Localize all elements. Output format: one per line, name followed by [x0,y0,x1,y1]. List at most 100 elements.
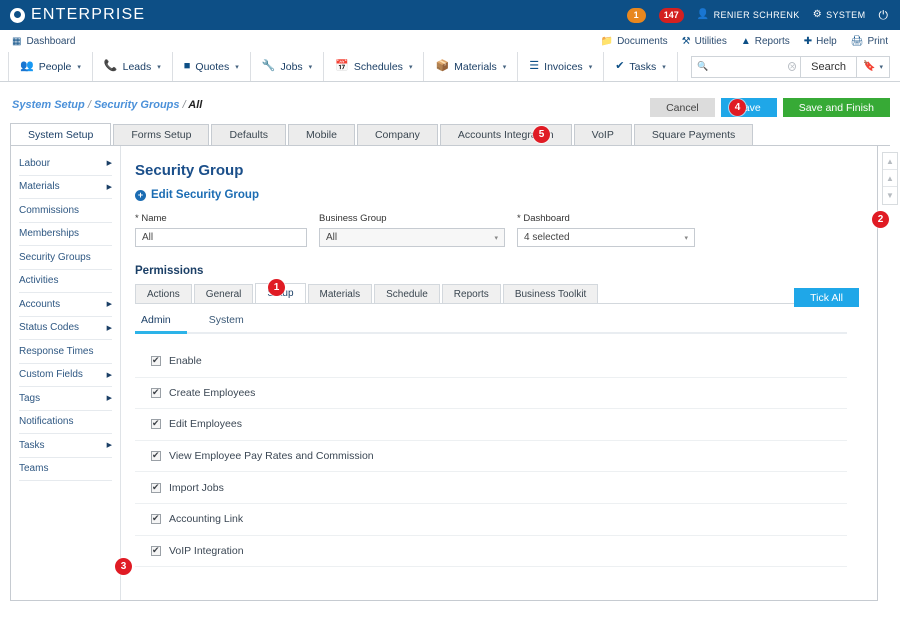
documents-label: Documents [617,35,668,47]
dashboard-link[interactable]: ▦ Dashboard [12,36,75,47]
reports-label: Reports [754,35,790,47]
dashboard-select[interactable]: 4 selected ▾ [517,228,695,247]
sidebar-item-tags[interactable]: Tags ▶ [19,387,112,411]
edit-security-group-link[interactable]: + Edit Security Group [135,189,877,201]
bookmark-dropdown-button[interactable]: 🔖 ▾ [856,56,889,77]
permissions-subtab-bar: Admin System [135,314,847,334]
notification-badge-red[interactable]: 147 [658,7,684,23]
sidebar-item-memberships[interactable]: Memberships [19,223,112,246]
utility-links-group: 📁 Documents ⚒ Utilities ▲ Reports ✚ Help… [601,36,888,47]
tab-defaults[interactable]: Defaults [211,124,287,145]
checkbox-import-jobs[interactable] [151,481,161,493]
sidebar-item-commissions[interactable]: Commissions [19,199,112,223]
tab-square-payments[interactable]: Square Payments [633,124,754,145]
checkbox-view-pay-rates[interactable] [151,449,161,462]
save-and-finish-button[interactable]: Save and Finish [782,98,890,117]
checkbox-create-employees[interactable] [151,386,161,398]
tab-accounts-integration[interactable]: Accounts Integration [439,124,572,145]
sidebar-item-security-groups[interactable]: Security Groups [19,246,112,270]
name-input[interactable]: All [135,228,307,247]
search-input[interactable] [712,61,785,72]
scroll-up-button[interactable]: ▲ [883,170,897,187]
search-icon: 🔍 [697,61,709,71]
utilities-link[interactable]: ⚒ Utilities [682,36,727,47]
nav-item-schedules[interactable]: 📅 Schedules ▾ [324,52,425,81]
brand-name: ENTERPRISE [31,6,146,23]
sidebar-item-custom-fields[interactable]: Custom Fields ▶ [19,364,112,387]
tab-voip[interactable]: VoIP [573,124,632,145]
sidebar-item-response-times[interactable]: Response Times [19,340,112,364]
reports-link[interactable]: ▲ Reports [741,36,790,47]
user-account-menu[interactable]: 👤 RENIER SCHRENK [697,10,800,21]
brand-logo[interactable]: ENTERPRISE [10,6,145,24]
breadcrumb-link-security-groups[interactable]: Security Groups [94,99,180,111]
documents-link[interactable]: 📁 Documents [601,36,668,47]
breadcrumb-link-system-setup[interactable]: System Setup [12,99,85,111]
nav-item-jobs[interactable]: 🔧 Jobs ▾ [250,52,325,81]
sidebar-item-label: Labour [19,157,51,169]
people-icon: 👥 [20,60,34,72]
nav-item-invoices[interactable]: ☰ Invoices ▾ [518,52,605,81]
subtab-admin[interactable]: Admin [135,314,177,326]
system-menu[interactable]: ⚙ SYSTEM [813,10,866,21]
business-group-value: All [326,232,338,243]
business-group-select[interactable]: All ▾ [319,228,505,247]
scroll-down-button[interactable]: ▼ [883,187,897,204]
permission-row-voip-integration[interactable]: VoIP Integration [135,536,847,568]
checkbox-edit-employees[interactable] [151,417,161,430]
permission-row-view-pay-rates[interactable]: View Employee Pay Rates and Commission [135,441,847,473]
tick-all-button[interactable]: Tick All [794,288,859,307]
permission-tab-business-toolkit[interactable]: Business Toolkit [502,284,599,303]
sidebar-item-teams[interactable]: Teams [19,458,112,481]
top-header-bar: ENTERPRISE 1 147 👤 RENIER SCHRENK ⚙ SYST… [0,0,900,30]
top-header-right-group: 1 147 👤 RENIER SCHRENK ⚙ SYSTEM ⏻ [626,7,889,23]
utilities-label: Utilities [694,35,727,47]
nav-item-people[interactable]: 👥 People ▾ [8,52,93,81]
nav-label: Tasks [629,60,657,73]
printer-icon: 🖨 [850,35,864,47]
help-link[interactable]: ✚ Help [804,36,837,47]
permission-tab-actions[interactable]: Actions [135,284,192,303]
tab-company[interactable]: Company [356,124,438,145]
tab-system-setup[interactable]: System Setup [10,123,112,145]
sidebar-item-notifications[interactable]: Notifications [19,411,112,434]
main-content-area: Security Group + Edit Security Group * N… [121,146,877,600]
nav-item-materials[interactable]: 📦 Materials ▾ [424,52,519,81]
sidebar-item-status-codes[interactable]: Status Codes ▶ [19,317,112,340]
sidebar-item-labour[interactable]: Labour ▶ [19,152,112,176]
permission-label: View Employee Pay Rates and Commission [169,450,374,463]
nav-item-tasks[interactable]: ✔ Tasks ▾ [604,52,678,81]
print-link[interactable]: 🖨 Print [851,36,888,47]
cancel-button[interactable]: Cancel [650,98,715,117]
permission-row-accounting-link[interactable]: Accounting Link [135,504,847,536]
notification-badge-orange[interactable]: 1 [626,7,646,23]
dashboard-icon: ▦ [12,35,22,47]
permission-row-enable[interactable]: Enable [135,346,847,378]
search-button[interactable]: Search [800,56,856,77]
sidebar-item-tasks[interactable]: Tasks ▶ [19,434,112,458]
permission-tab-general[interactable]: General [193,284,254,303]
sidebar-item-activities[interactable]: Activities [19,270,112,293]
checkbox-voip-integration[interactable] [151,544,161,556]
checkbox-enable[interactable] [151,354,161,367]
permission-row-edit-employees[interactable]: Edit Employees [135,409,847,441]
clear-icon[interactable]: ✕ [788,62,797,71]
tab-mobile[interactable]: Mobile [288,124,355,145]
nav-item-quotes[interactable]: ■ Quotes ▾ [172,52,251,81]
permission-row-import-jobs[interactable]: Import Jobs [135,472,847,504]
power-icon[interactable]: ⏻ [879,8,889,23]
scroll-top-button[interactable]: ▲ [883,153,897,170]
nav-label: Schedules [353,60,403,73]
nav-item-leads[interactable]: 📞 Leads ▾ [92,52,173,81]
sidebar-item-accounts[interactable]: Accounts ▶ [19,293,112,317]
tab-forms-setup[interactable]: Forms Setup [113,124,210,145]
checkbox-accounting-link[interactable] [151,512,161,525]
permission-tab-schedule[interactable]: Schedule [374,284,440,303]
breadcrumb-separator: / [87,99,91,111]
breadcrumb: System Setup / Security Groups / All [12,99,202,111]
permission-tab-reports[interactable]: Reports [441,284,501,303]
sidebar-item-materials[interactable]: Materials ▶ [19,176,112,199]
permission-row-create-employees[interactable]: Create Employees [135,378,847,410]
permission-tab-materials[interactable]: Materials [307,284,373,303]
subtab-system[interactable]: System [203,314,250,326]
